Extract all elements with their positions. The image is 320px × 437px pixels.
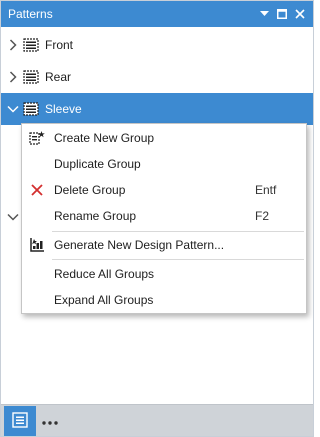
tree-item-label: Sleeve — [45, 102, 82, 116]
delete-x-icon — [29, 182, 45, 198]
panel-title: Patterns — [8, 7, 53, 21]
bottom-toolbar — [1, 404, 313, 436]
pattern-piece-icon — [23, 69, 39, 85]
more-options-icon — [42, 414, 58, 428]
generate-pattern-icon — [29, 237, 45, 253]
menu-item-create-new-group[interactable]: Create New Group — [22, 125, 306, 151]
tree-item-front[interactable]: Front — [1, 29, 313, 61]
pattern-tree: Front Rear Sleeve — [1, 29, 313, 125]
menu-item-reduce-all-groups[interactable]: Reduce All Groups — [22, 261, 306, 287]
tree-item-label: Rear — [45, 70, 72, 84]
patterns-panel: Patterns Front Rear Sleeve Create New Gr… — [0, 0, 314, 437]
panel-titlebar: Patterns — [1, 1, 313, 27]
menu-item-shortcut: F2 — [255, 209, 270, 223]
close-icon[interactable] — [292, 6, 308, 22]
list-view-icon — [12, 411, 28, 431]
create-group-icon — [29, 130, 45, 146]
menu-item-label: Duplicate Group — [54, 157, 141, 171]
menu-item-delete-group[interactable]: Delete Group Entf — [22, 177, 306, 203]
menu-item-rename-group[interactable]: Rename Group F2 — [22, 203, 306, 229]
chevron-down-icon[interactable] — [5, 209, 21, 225]
dropdown-arrow-icon[interactable] — [256, 6, 272, 22]
context-menu: Create New Group Duplicate Group Delete … — [21, 123, 307, 314]
menu-item-label: Expand All Groups — [54, 293, 154, 307]
tree-item-rear[interactable]: Rear — [1, 61, 313, 93]
menu-item-label: Reduce All Groups — [54, 267, 155, 281]
menu-separator — [52, 259, 304, 260]
chevron-down-icon[interactable] — [5, 101, 21, 117]
menu-item-label: Generate New Design Pattern... — [54, 238, 225, 252]
pattern-piece-icon — [23, 37, 39, 53]
menu-item-duplicate-group[interactable]: Duplicate Group — [22, 151, 306, 177]
tree-item-label: Front — [45, 38, 74, 52]
menu-item-shortcut: Entf — [255, 183, 277, 197]
pattern-piece-icon — [23, 101, 39, 117]
chevron-right-icon[interactable] — [5, 37, 21, 53]
menu-item-expand-all-groups[interactable]: Expand All Groups — [22, 287, 306, 313]
list-view-button[interactable] — [4, 406, 36, 436]
more-options-button[interactable] — [39, 406, 61, 436]
chevron-right-icon[interactable] — [5, 69, 21, 85]
menu-item-label: Create New Group — [54, 131, 155, 145]
menu-item-label: Delete Group — [54, 183, 126, 197]
tree-item-sleeve[interactable]: Sleeve — [1, 93, 313, 125]
menu-item-generate-new-design-pattern[interactable]: Generate New Design Pattern... — [22, 232, 306, 258]
menu-item-label: Rename Group — [54, 209, 137, 223]
maximize-icon[interactable] — [274, 6, 290, 22]
